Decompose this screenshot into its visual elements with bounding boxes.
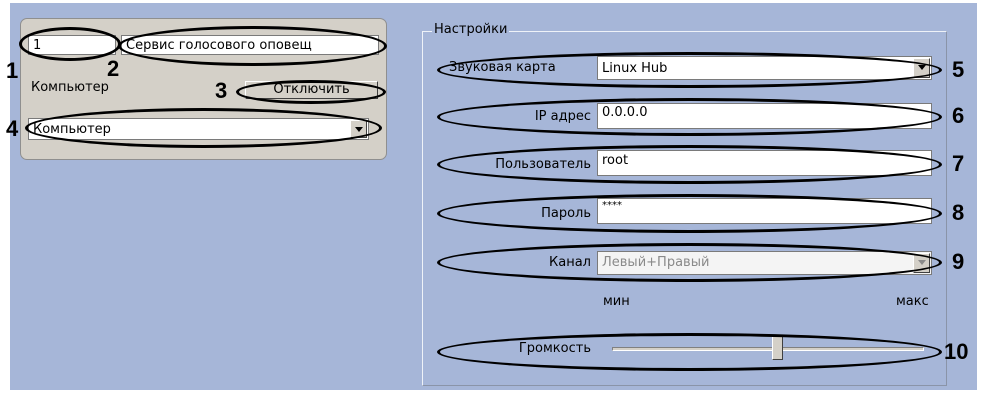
callout-number-5: 5 xyxy=(952,57,965,82)
callout-number-3: 3 xyxy=(215,78,228,103)
callout-ellipse-3 xyxy=(236,80,386,104)
callout-ellipse-10 xyxy=(437,333,942,371)
callout-ellipse-6 xyxy=(437,98,942,136)
callout-ellipse-4 xyxy=(25,108,382,148)
callout-number-8: 8 xyxy=(952,200,965,225)
callout-number-7: 7 xyxy=(952,151,965,176)
settings-group-title: Настройки xyxy=(432,22,510,37)
callout-number-4: 4 xyxy=(6,116,19,141)
callout-ellipse-2 xyxy=(118,26,387,66)
callout-number-2: 2 xyxy=(107,56,120,81)
computer-label: Компьютер xyxy=(31,80,109,95)
callout-ellipse-8 xyxy=(437,194,942,233)
callout-ellipse-9 xyxy=(437,243,942,282)
volume-min-label: мин xyxy=(603,294,630,309)
volume-max-label: макс xyxy=(896,294,929,309)
callout-number-6: 6 xyxy=(952,103,965,128)
callout-ellipse-1 xyxy=(19,27,121,61)
callout-number-1: 1 xyxy=(6,58,19,83)
callout-ellipse-5 xyxy=(437,52,942,88)
callout-number-9: 9 xyxy=(952,249,965,274)
callout-number-10: 10 xyxy=(944,339,969,364)
callout-ellipse-7 xyxy=(437,145,942,184)
